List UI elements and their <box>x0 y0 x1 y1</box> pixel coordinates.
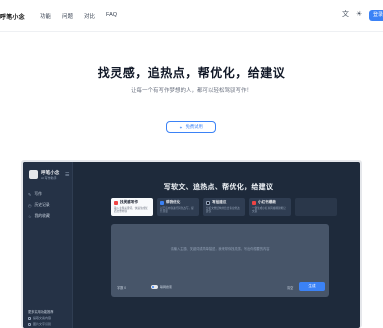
mode-color-icon <box>114 200 118 205</box>
nav-item-features[interactable]: 功能 <box>40 12 51 20</box>
sidebar-item-label: 写作 <box>34 192 42 196</box>
preview-title: 写软文、追热点、帮优化，给建议 <box>163 184 274 191</box>
toggle-label: 联网搜索 <box>160 285 173 289</box>
mode-card-optimize[interactable]: 帮我优化 对已有内容进行润色改写，提升质量 <box>157 198 199 216</box>
top-bar: 呼笔小念 功能 问题 对比 FAQ 文 ☀ 登录 <box>0 0 383 32</box>
login-button[interactable]: 登录 <box>369 10 383 21</box>
sidebar-item-favorites[interactable]: ☆ 我的收藏 <box>28 214 50 219</box>
star-icon: ☆ <box>28 214 32 219</box>
app-tagline: AI 写作助手 <box>41 176 57 180</box>
image-icon <box>28 322 31 326</box>
generate-button[interactable]: 生成 <box>299 282 325 291</box>
sidebar-menu: ✎ 写作 ◷ 历史记录 ☆ 我的收藏 <box>28 192 50 219</box>
sidebar-collapse-icon[interactable]: ☰ <box>65 172 69 178</box>
sidebar-item-history[interactable]: ◷ 历史记录 <box>28 203 50 208</box>
mode-card-inspiration[interactable]: 找灵感写作 输入主题关键词，快速生成优质文章内容 <box>111 198 153 216</box>
mode-card-advice[interactable]: 写给建议 分析文章结构并给出专业修改建议 <box>203 198 245 216</box>
app-preview: 呼笔小念 AI 写作助手 ☰ ✎ 写作 ◷ 历史记录 ☆ 我的收藏 更多实用功能… <box>23 162 360 328</box>
mode-color-icon <box>160 200 164 205</box>
recommend-section: 更多实用功能推荐 提取文案内容 图片文字识别 <box>28 309 54 326</box>
preview-sidebar: 呼笔小念 AI 写作助手 ☰ ✎ 写作 ◷ 历史记录 ☆ 我的收藏 更多实用功能… <box>23 162 73 328</box>
mode-card-desc: 输入主题关键词，快速生成优质文章内容 <box>114 207 148 214</box>
nav-item-compare[interactable]: 对比 <box>84 12 95 20</box>
mode-cards: 找灵感写作 输入主题关键词，快速生成优质文章内容 帮我优化 对已有内容进行润色改… <box>111 198 337 216</box>
sidebar-item-label: 历史记录 <box>34 203 50 207</box>
mode-card-desc: 分析文章结构并给出专业修改建议 <box>206 207 240 214</box>
try-free-label: 免费试用 <box>185 124 203 129</box>
mode-card-desc: 对已有内容进行润色改写，提升质量 <box>160 207 194 214</box>
mode-card-title: 小红书爆款 <box>258 200 276 204</box>
pen-icon: ✎ <box>28 192 32 197</box>
mode-card-desc: 一键生成小红书风格爆款笔记文案 <box>252 207 286 214</box>
try-free-button[interactable]: ✦ 免费试用 <box>166 121 216 133</box>
nav-item-faq[interactable]: FAQ <box>106 12 117 20</box>
recommend-item[interactable]: 提取文案内容 <box>28 316 54 320</box>
mode-card-xiaohongshu[interactable]: 小红书爆款 一键生成小红书风格爆款笔记文案 <box>249 198 291 216</box>
mode-color-icon <box>252 200 256 205</box>
recommend-title: 更多实用功能推荐 <box>28 310 54 314</box>
app-preview-frame: 呼笔小念 AI 写作助手 ☰ ✎ 写作 ◷ 历史记录 ☆ 我的收藏 更多实用功能… <box>21 160 362 328</box>
app-logo-icon <box>29 170 38 179</box>
clear-button[interactable]: 清空 <box>287 285 293 290</box>
doc-icon <box>28 316 31 320</box>
recommend-item-label: 图片文字识别 <box>33 322 52 326</box>
nav-item-questions[interactable]: 问题 <box>62 12 73 20</box>
main-nav: 功能 问题 对比 FAQ <box>40 12 117 20</box>
sidebar-item-label: 我的收藏 <box>34 214 50 218</box>
hero-title: 找灵感，追热点，帮优化，给建议 <box>97 66 286 80</box>
prompt-placeholder: 请输入主题、关键词或简单描述，我来帮你找灵感，写出你想要的内容 <box>170 247 270 251</box>
history-icon: ◷ <box>28 203 32 208</box>
web-search-toggle[interactable]: 联网搜索 <box>151 285 172 289</box>
hero-subtitle: 让每一个有写作梦想的人，都可以轻松驾驭写作！ <box>130 88 252 94</box>
sparkle-icon: ✦ <box>179 124 183 130</box>
sun-icon[interactable]: ☀ <box>356 11 364 19</box>
recommend-item-label: 提取文案内容 <box>33 316 52 320</box>
translate-icon[interactable]: 文 <box>342 11 350 19</box>
recommend-item[interactable]: 图片文字识别 <box>28 322 54 326</box>
mode-card-title: 帮我优化 <box>166 200 181 204</box>
mode-color-icon <box>206 200 210 205</box>
word-count: 字数 0 <box>117 286 127 290</box>
sidebar-item-write[interactable]: ✎ 写作 <box>28 192 50 197</box>
mode-card-more[interactable] <box>295 198 337 216</box>
site-logo[interactable]: 呼笔小念 <box>0 12 25 21</box>
mode-card-title: 找灵感写作 <box>120 200 138 204</box>
toggle-switch[interactable] <box>151 285 158 289</box>
prompt-editor[interactable]: 请输入主题、关键词或简单描述，我来帮你找灵感，写出你想要的内容 字数 0 联网搜… <box>111 224 329 297</box>
mode-card-title: 写给建议 <box>212 200 227 204</box>
